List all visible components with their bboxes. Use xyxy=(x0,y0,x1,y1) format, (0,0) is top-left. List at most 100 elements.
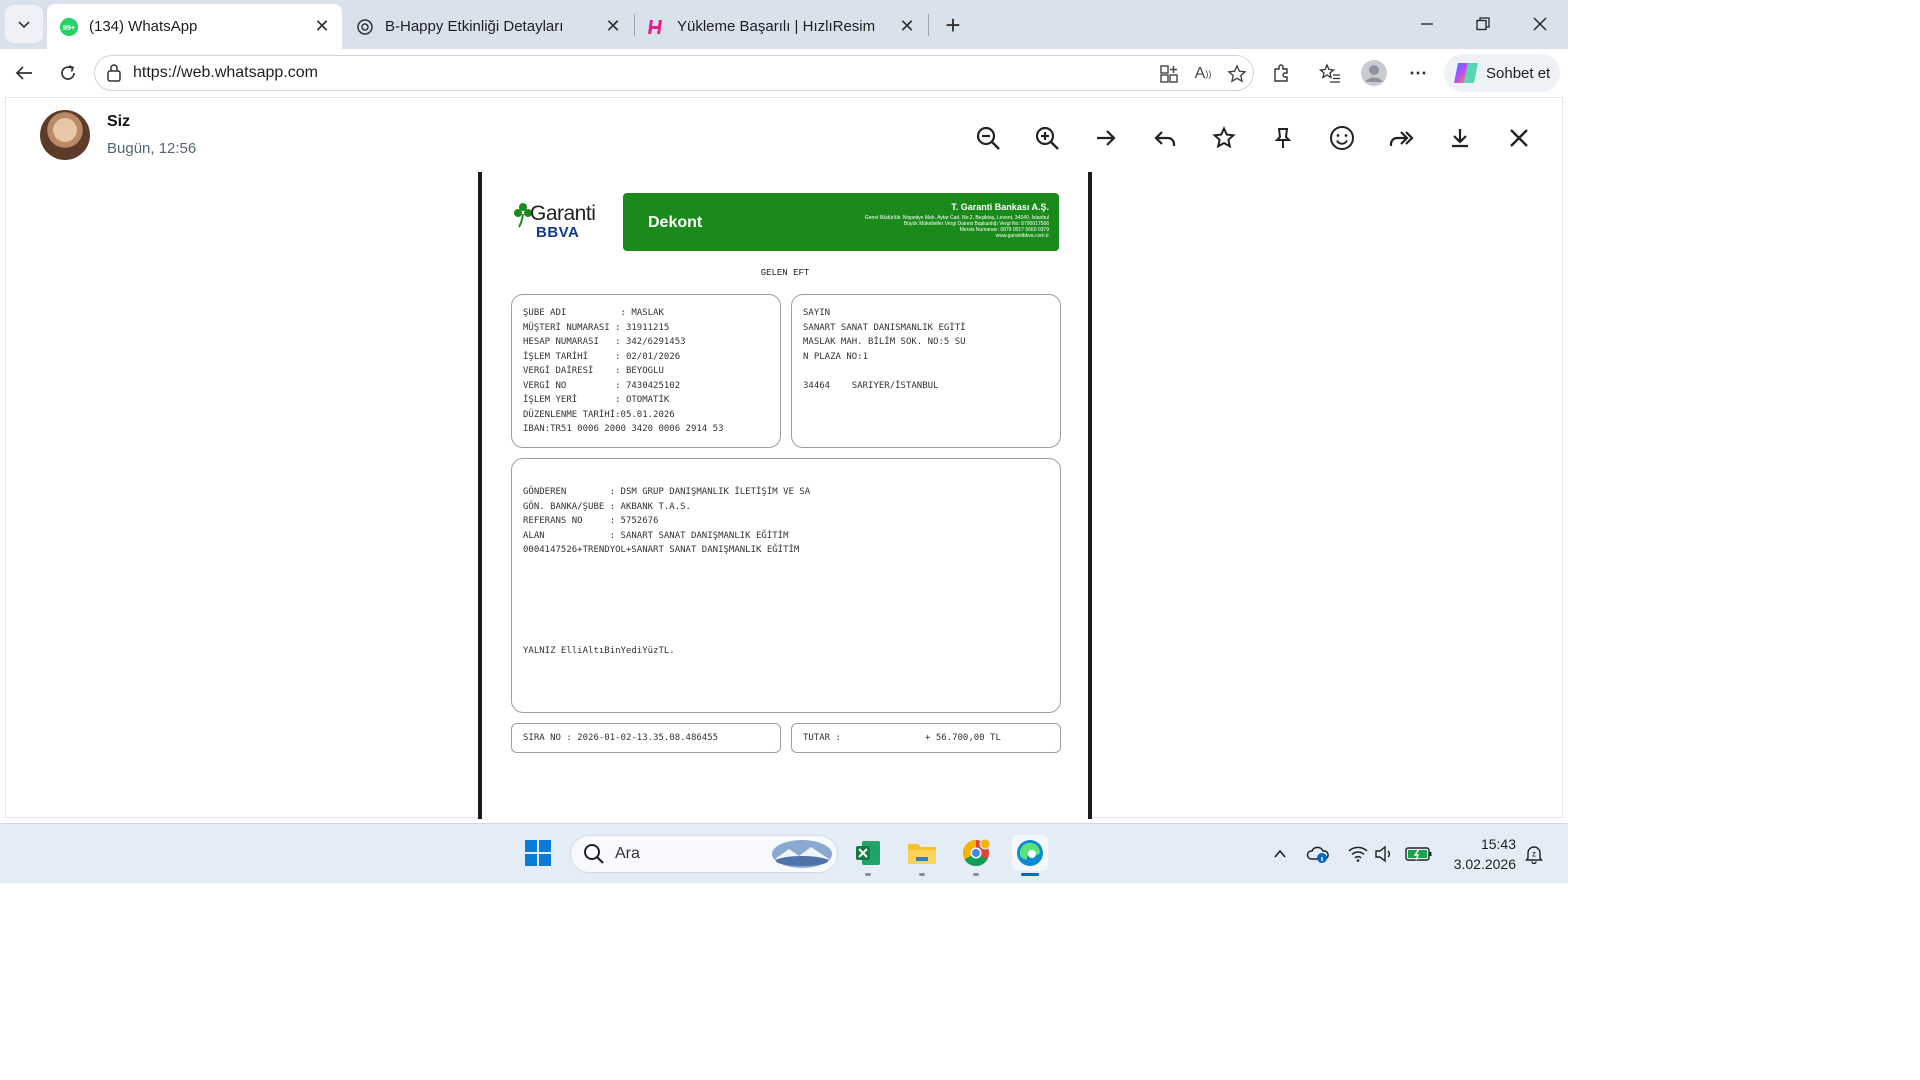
arrow-right-icon xyxy=(1097,130,1116,146)
active-app-indicator xyxy=(1021,873,1039,876)
account-info-box: ŞUBE ADI : MASLAK MÜŞTERİ NUMARASI : 319… xyxy=(511,294,781,448)
amount-in-words: YALNIZ ElliAltıBinYediYüzTL. xyxy=(523,646,675,656)
avatar[interactable] xyxy=(40,110,90,160)
battery-charging-icon xyxy=(1405,847,1432,861)
search-icon xyxy=(584,844,604,864)
go-to-message-button[interactable] xyxy=(1088,120,1124,156)
settings-more-button[interactable]: ⋯ xyxy=(1402,57,1434,89)
favorites-button[interactable] xyxy=(1314,57,1346,89)
excel-app[interactable] xyxy=(850,835,886,871)
forward-icon xyxy=(1389,131,1414,146)
volume-tray[interactable] xyxy=(1372,842,1396,866)
pin-icon xyxy=(1274,128,1292,148)
reply-button[interactable] xyxy=(1147,120,1183,156)
star-button[interactable] xyxy=(1206,120,1242,156)
tab-whatsapp[interactable]: 99+ (134) WhatsApp ✕ xyxy=(47,4,342,49)
sender-time: Bugün, 12:56 xyxy=(107,140,197,157)
notifications-button[interactable]: Z xyxy=(1522,842,1546,866)
address-bar[interactable]: https://web.whatsapp.com A)) xyxy=(94,55,1254,91)
chrome-icon xyxy=(962,838,991,867)
pin-button[interactable] xyxy=(1265,120,1301,156)
account-line: VERGİ DAİRESİ : BEYOGLU xyxy=(523,366,664,376)
favorites-list-icon xyxy=(1319,63,1340,83)
copilot-button[interactable]: Sohbet et xyxy=(1444,54,1560,92)
read-aloud-icon[interactable]: A)) xyxy=(1191,62,1215,86)
tab-title: B-Happy Etkinliği Detayları xyxy=(385,18,564,35)
app-running-indicator xyxy=(919,873,925,876)
sira-no: SIRA NO : 2026-01-02-13.35.08.486455 xyxy=(523,733,719,743)
app-available-icon[interactable] xyxy=(1157,62,1181,86)
recipient-line: MASLAK MAH. BİLİM SOK. NO:5 SU xyxy=(803,337,966,347)
close-viewer-button[interactable] xyxy=(1501,120,1537,156)
minimize-button[interactable] xyxy=(1407,6,1447,42)
brand-name: Garanti xyxy=(530,202,596,225)
reply-icon xyxy=(1154,131,1176,146)
close-tab-icon[interactable]: ✕ xyxy=(893,13,921,41)
zoom-out-button[interactable] xyxy=(970,120,1006,156)
transfer-details-box: GÖNDEREN : DSM GRUP DANIŞMANLIK İLETİŞİM… xyxy=(511,458,1061,713)
taskbar: Ara 15:43 3.02.2026 Z xyxy=(0,823,1568,883)
account-line: ŞUBE ADI : MASLAK xyxy=(523,308,664,318)
start-button[interactable] xyxy=(520,835,556,871)
detail-line: ALAN : SANART SANAT DANIŞMANLIK EĞİTİM xyxy=(523,530,789,541)
system-clock[interactable]: 15:43 3.02.2026 xyxy=(1448,834,1516,874)
url-text[interactable]: https://web.whatsapp.com xyxy=(133,64,318,82)
zoom-in-button[interactable] xyxy=(1029,120,1065,156)
dekont-header: Dekont T. Garanti Bankası A.Ş. Genel Müd… xyxy=(623,193,1059,251)
detail-line: GÖNDEREN : DSM GRUP DANIŞMANLIK İLETİŞİM… xyxy=(523,487,811,497)
account-line: DÜZENLENME TARİHİ:05.01.2026 xyxy=(523,409,675,420)
refresh-button[interactable] xyxy=(52,57,84,89)
excel-icon xyxy=(856,841,880,865)
account-line: VERGİ NO : 7430425102 xyxy=(523,380,681,391)
star-icon xyxy=(1212,126,1236,149)
battery-tray[interactable] xyxy=(1404,842,1434,866)
recipient-line: N PLAZA NO:1 xyxy=(803,351,869,362)
search-highlight-image xyxy=(772,840,832,868)
favorite-star-icon[interactable] xyxy=(1225,62,1249,86)
file-explorer-app[interactable] xyxy=(904,835,940,871)
detail-line: 0004147526+TRENDYOL+SANART SANAT DANIŞMA… xyxy=(523,545,800,555)
recipient-line: SAYIN xyxy=(803,308,831,318)
sira-no-box: SIRA NO : 2026-01-02-13.35.08.486455 xyxy=(511,723,781,753)
close-tab-icon[interactable]: ✕ xyxy=(599,13,627,41)
chrome-app[interactable] xyxy=(958,835,994,871)
onedrive-tray[interactable] xyxy=(1306,842,1330,866)
tutar-box: TUTAR : + 56.700,00 TL xyxy=(791,723,1061,753)
restore-button[interactable] xyxy=(1463,6,1503,42)
edge-app[interactable] xyxy=(1012,835,1048,871)
close-window-button[interactable] xyxy=(1520,6,1560,42)
bank-name: T. Garanti Bankası A.Ş. xyxy=(951,202,1049,212)
app-running-indicator xyxy=(973,873,979,876)
tab-badge: 99+ xyxy=(63,23,75,32)
profile-avatar-icon xyxy=(1361,60,1387,86)
profile-button[interactable] xyxy=(1358,57,1390,89)
folder-icon xyxy=(908,844,936,864)
tab-b-happy[interactable]: B-Happy Etkinliği Detayları ✕ xyxy=(343,4,633,49)
tab-hizliresim[interactable]: Yükleme Başarılı | HızlıResim ✕ xyxy=(635,4,927,49)
show-hidden-icons-button[interactable] xyxy=(1268,842,1292,866)
lock-icon[interactable] xyxy=(105,63,123,88)
speaker-icon xyxy=(1375,845,1390,863)
wifi-tray[interactable] xyxy=(1346,842,1370,866)
back-button[interactable] xyxy=(8,57,40,89)
zoom-in-icon xyxy=(1035,126,1059,150)
close-icon xyxy=(1510,129,1528,147)
copilot-label: Sohbet et xyxy=(1486,64,1551,82)
sender-name: Siz xyxy=(107,113,131,130)
detail-line: REFERANS NO : 5752676 xyxy=(523,516,659,526)
taskbar-search[interactable]: Ara xyxy=(570,835,838,873)
iban-line: IBAN:TR51 0006 2000 3420 0006 2914 53 xyxy=(523,424,724,434)
emoji-icon xyxy=(1330,126,1354,150)
tab-actions-button[interactable] xyxy=(5,5,43,43)
react-button[interactable] xyxy=(1324,120,1360,156)
clock-time: 15:43 xyxy=(1480,836,1516,852)
new-tab-button[interactable]: + xyxy=(938,10,968,40)
forward-button[interactable] xyxy=(1383,120,1419,156)
download-button[interactable] xyxy=(1442,120,1478,156)
tab-divider xyxy=(928,14,929,36)
app-running-indicator xyxy=(865,873,871,876)
minimize-icon xyxy=(1421,23,1433,25)
restore-icon xyxy=(1476,17,1490,31)
extensions-button[interactable] xyxy=(1265,57,1297,89)
close-tab-icon[interactable]: ✕ xyxy=(308,13,336,41)
